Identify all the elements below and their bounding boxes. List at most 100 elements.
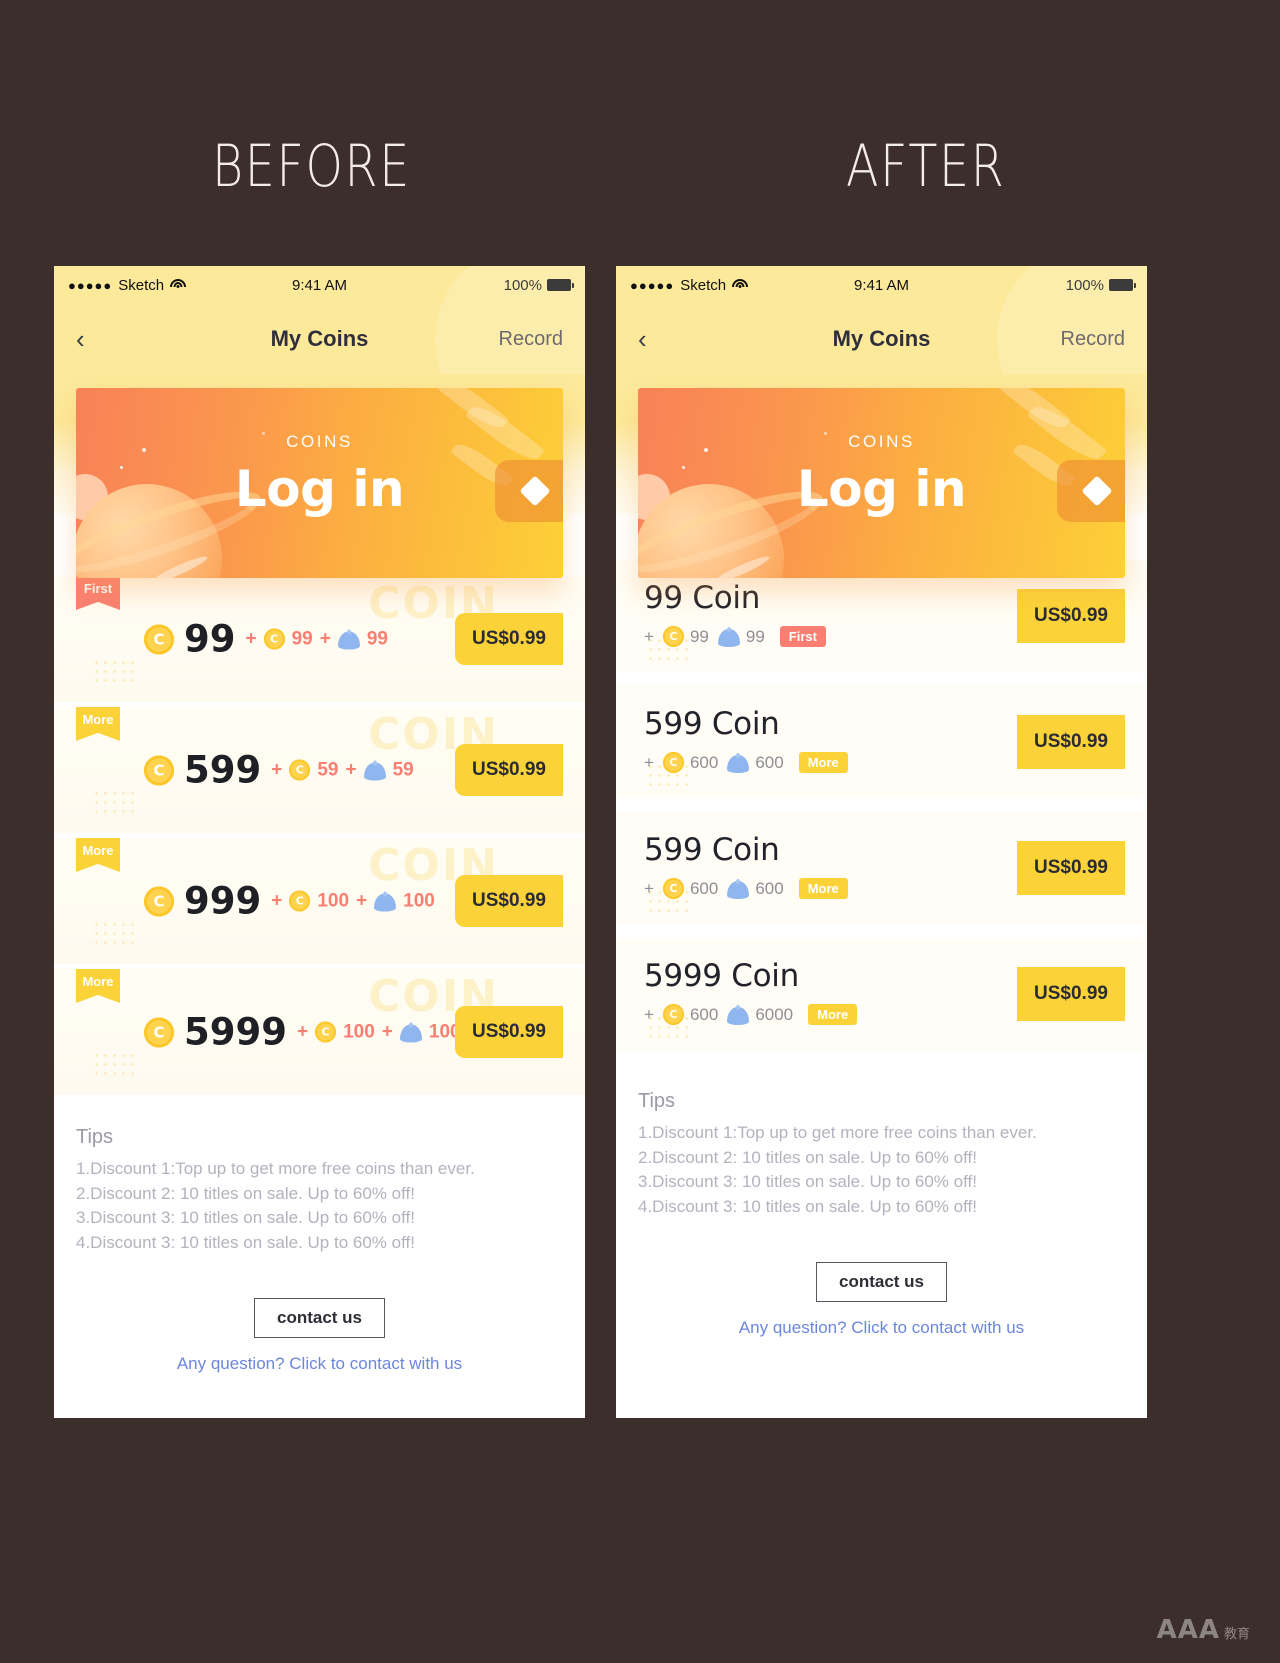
bonus-group: + C 100 + 100 bbox=[271, 890, 435, 912]
table-row[interactable]: COIN More C 999 + C 100 + 100 US$0.99 bbox=[54, 838, 585, 964]
plus-sign: + bbox=[356, 890, 368, 911]
bonus-shell-group: 99 bbox=[717, 626, 765, 647]
diamond-badge[interactable] bbox=[1057, 460, 1125, 522]
table-row[interactable]: COIN First C 99 + C 99 + 99 US$0.99 bbox=[54, 576, 585, 702]
contact-us-button[interactable]: contact us bbox=[815, 1261, 948, 1302]
price-button[interactable]: US$0.99 bbox=[1017, 715, 1125, 769]
bonus-coin-group: C 600 bbox=[662, 752, 719, 773]
plus-sign: + bbox=[271, 759, 283, 780]
record-button[interactable]: Record bbox=[499, 328, 563, 351]
bonus-shell-value: 100 bbox=[403, 890, 435, 911]
dot-pattern-decoration bbox=[92, 920, 136, 948]
tips-line: 4.Discount 3: 10 titles on sale. Up to 6… bbox=[76, 1232, 415, 1252]
table-row[interactable]: 5999 Coin + C 600 6000 More US$0.99 bbox=[616, 938, 1147, 1050]
status-badge: More bbox=[798, 752, 848, 773]
login-banner[interactable]: COINS Log in bbox=[76, 388, 563, 578]
plus-sign: + bbox=[644, 1004, 654, 1024]
table-row[interactable]: 599 Coin + C 600 600 More US$0.99 bbox=[616, 686, 1147, 798]
banner-label: COINS bbox=[286, 432, 353, 451]
coin-icon: C bbox=[144, 886, 174, 916]
price-button[interactable]: US$0.99 bbox=[455, 744, 563, 796]
watermark-suffix: 教育 bbox=[1223, 1627, 1250, 1642]
bonus-coin-value: 100 bbox=[317, 890, 350, 911]
price-button[interactable]: US$0.99 bbox=[455, 875, 563, 927]
carrier-label: Sketch bbox=[118, 276, 165, 294]
plus-sign: + bbox=[644, 878, 654, 898]
package-bonus-row: + C 600 600 More bbox=[644, 752, 848, 773]
shell-icon bbox=[374, 891, 397, 911]
tips-line: 2.Discount 2: 10 titles on sale. Up to 6… bbox=[76, 1183, 415, 1203]
bonus-coin-value: 99 bbox=[689, 626, 709, 646]
bonus-coin-value: 59 bbox=[317, 759, 339, 780]
bonus-coin-value: 99 bbox=[291, 628, 313, 649]
coin-icon: C bbox=[662, 626, 684, 647]
back-chevron-icon[interactable]: ‹ bbox=[76, 326, 85, 352]
coin-icon: C bbox=[662, 752, 684, 773]
status-badge: First bbox=[76, 576, 120, 610]
contact-us-button[interactable]: contact us bbox=[253, 1297, 386, 1338]
package-title: 5999 Coin bbox=[644, 958, 799, 994]
package-bonus-row: + C 600 600 More bbox=[644, 878, 848, 899]
wifi-icon bbox=[732, 279, 749, 291]
shell-icon bbox=[337, 629, 360, 649]
status-badge: More bbox=[808, 1004, 858, 1025]
package-bonus-row: + C 99 99 First bbox=[644, 626, 826, 647]
plus-sign: + bbox=[271, 890, 283, 911]
tips-line: 2.Discount 2: 10 titles on sale. Up to 6… bbox=[638, 1147, 977, 1167]
price-button[interactable]: US$0.99 bbox=[455, 613, 563, 665]
plus-sign: + bbox=[644, 626, 654, 646]
login-banner[interactable]: COINS Log in bbox=[638, 388, 1125, 578]
price-button[interactable]: US$0.99 bbox=[455, 1006, 563, 1058]
watermark: AAA 教育 bbox=[1157, 1615, 1250, 1645]
bonus-coin-value: 600 bbox=[689, 752, 719, 772]
page-title: My Coins bbox=[832, 326, 931, 351]
shell-icon bbox=[727, 1004, 750, 1025]
signal-dots-icon: ●●●●● bbox=[630, 277, 675, 293]
price-button[interactable]: US$0.99 bbox=[1017, 967, 1125, 1021]
package-title: 599 Coin bbox=[644, 832, 780, 868]
tips-heading: Tips bbox=[638, 1090, 676, 1112]
tips-line: 1.Discount 1:Top up to get more free coi… bbox=[76, 1159, 475, 1178]
back-chevron-icon[interactable]: ‹ bbox=[638, 326, 647, 352]
dot-pattern-decoration bbox=[92, 789, 136, 817]
diamond-badge[interactable] bbox=[495, 460, 563, 522]
coin-amount: 999 bbox=[184, 879, 262, 923]
status-badge: More bbox=[798, 878, 848, 899]
nav-bar: ‹ My Coins Record bbox=[616, 266, 1147, 434]
banner-heading: Log in bbox=[234, 460, 405, 518]
bonus-shell-group: 600 bbox=[727, 878, 784, 899]
tips-section: Tips 1.Discount 1:Top up to get more fre… bbox=[54, 1100, 585, 1256]
bonus-coin-group: C 99 bbox=[662, 626, 709, 647]
bonus-coin-group: C 600 bbox=[662, 1004, 719, 1025]
tips-heading: Tips bbox=[76, 1126, 114, 1148]
contact-link[interactable]: Any question? Click to contact with us bbox=[54, 1354, 585, 1374]
contact-link[interactable]: Any question? Click to contact with us bbox=[616, 1318, 1147, 1338]
bonus-shell-value: 600 bbox=[755, 878, 784, 898]
price-button[interactable]: US$0.99 bbox=[1017, 841, 1125, 895]
row-amount-group: C 5999 + C 100 + 100 bbox=[144, 1014, 461, 1051]
tips-line: 3.Discount 3: 10 titles on sale. Up to 6… bbox=[638, 1172, 977, 1192]
plus-sign: + bbox=[245, 628, 257, 649]
bonus-coin-value: 600 bbox=[689, 1004, 719, 1024]
table-row[interactable]: 599 Coin + C 600 600 More US$0.99 bbox=[616, 812, 1147, 924]
coin-icon: C bbox=[263, 628, 285, 650]
coin-icon: C bbox=[662, 1004, 684, 1025]
diamond-icon bbox=[1081, 475, 1113, 507]
wifi-icon bbox=[170, 279, 187, 291]
table-row[interactable]: COIN More C 5999 + C 100 + 100 US$0.99 bbox=[54, 969, 585, 1095]
plus-sign: + bbox=[644, 752, 654, 772]
clock-label: 9:41 AM bbox=[853, 276, 910, 294]
dot-pattern-decoration bbox=[92, 1051, 136, 1079]
record-button[interactable]: Record bbox=[1061, 328, 1125, 351]
watermark-logo: AAA bbox=[1156, 1615, 1220, 1645]
page-title: My Coins bbox=[270, 326, 369, 351]
bonus-coin-value: 600 bbox=[689, 878, 719, 898]
bonus-shell-value: 99 bbox=[366, 628, 388, 649]
status-left: ●●●●● Sketch bbox=[68, 276, 187, 294]
price-button[interactable]: US$0.99 bbox=[1017, 589, 1125, 643]
coin-amount: 99 bbox=[184, 617, 236, 661]
table-row[interactable]: COIN More C 599 + C 59 + 59 US$0.99 bbox=[54, 707, 585, 833]
nav-bar: ‹ My Coins Record bbox=[54, 266, 585, 434]
footer-section: contact us Any question? Click to contac… bbox=[54, 1255, 585, 1374]
signal-dots-icon: ●●●●● bbox=[68, 277, 113, 293]
